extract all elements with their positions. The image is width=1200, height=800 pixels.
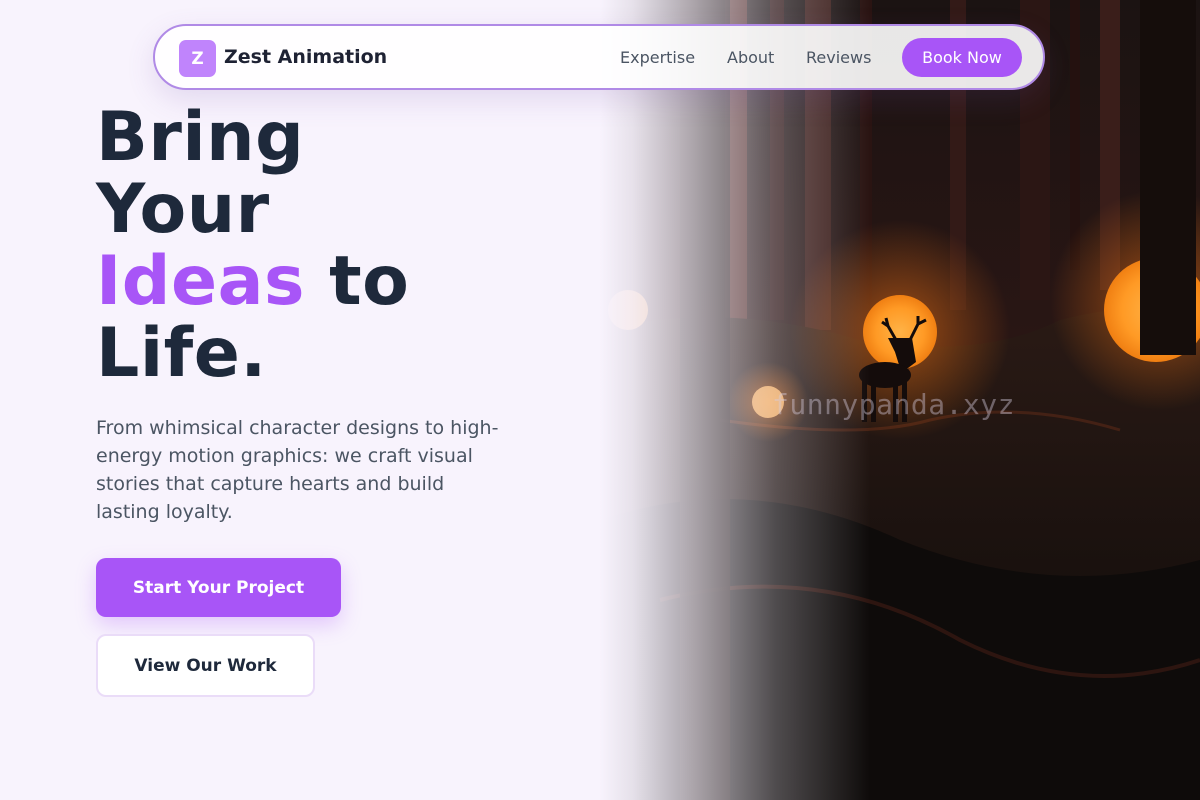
- view-work-button[interactable]: View Our Work: [96, 634, 315, 697]
- nav-link-about[interactable]: About: [727, 48, 774, 67]
- start-project-button[interactable]: Start Your Project: [96, 558, 341, 617]
- top-navbar: Z Zest Animation Expertise About Reviews…: [153, 24, 1045, 90]
- headline-accent-word: Ideas: [96, 242, 305, 321]
- hero-headline: Bring Your Ideas to Life.: [96, 102, 409, 390]
- book-now-button[interactable]: Book Now: [902, 38, 1022, 77]
- watermark-text: funnypanda.xyz: [772, 388, 1016, 421]
- nav-link-expertise[interactable]: Expertise: [620, 48, 695, 67]
- hero-subtext: From whimsical character designs to high…: [96, 417, 499, 523]
- logo-icon[interactable]: Z: [179, 40, 216, 77]
- brand-name[interactable]: Zest Animation: [224, 46, 387, 68]
- headline-line-2: Your: [96, 170, 270, 249]
- headline-line-1: Bring: [96, 98, 305, 177]
- headline-line-4: Life.: [96, 314, 267, 393]
- nav-link-reviews[interactable]: Reviews: [806, 48, 871, 67]
- headline-line-3-rest: to: [304, 242, 410, 321]
